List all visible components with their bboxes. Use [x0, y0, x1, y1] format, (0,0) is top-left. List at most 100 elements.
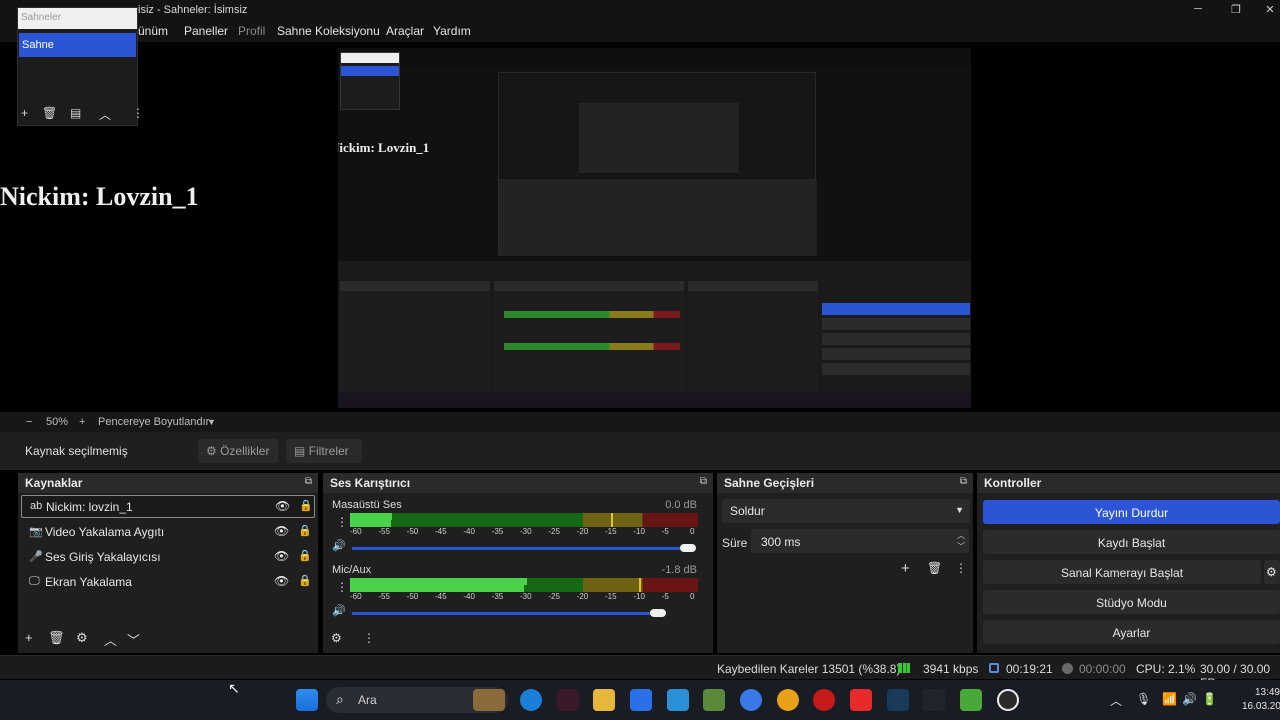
- source-name: Ses Giriş Yakalayıcısı: [45, 550, 161, 564]
- lock-icon[interactable]: 🔒: [298, 524, 312, 537]
- minimize-button[interactable]: ─: [1188, 3, 1208, 15]
- window-title: isiz - Sahneler: İsimsiz: [138, 4, 248, 16]
- file-explorer-icon[interactable]: [593, 689, 615, 711]
- scale-mode-select[interactable]: Pencereye Boyutlandır: [98, 416, 209, 428]
- scene-item[interactable]: Sahne: [19, 33, 136, 57]
- lock-icon[interactable]: 🔒: [299, 499, 313, 512]
- sources-dock-header: Kaynaklar ⧉: [18, 473, 318, 493]
- scene-filter-icon[interactable]: ▤: [70, 106, 81, 120]
- menu-scene-collection[interactable]: Sahne Koleksiyonu: [277, 24, 380, 38]
- filters-button[interactable]: ▤ Filtreler: [286, 439, 362, 463]
- minecraft-icon[interactable]: [703, 689, 725, 711]
- float-dock-icon[interactable]: ⧉: [960, 476, 967, 487]
- steam-icon[interactable]: [887, 689, 909, 711]
- source-row[interactable]: 🎤 Ses Giriş Yakalayıcısı 👁 🔒: [21, 546, 315, 569]
- remove-source-icon[interactable]: 🗑: [48, 630, 65, 646]
- move-source-down-icon[interactable]: ﹀: [127, 630, 140, 649]
- clock[interactable]: 13:49 16.03.2026: [1242, 686, 1280, 714]
- edge-icon[interactable]: [520, 689, 542, 711]
- stop-streaming-button[interactable]: Yayını Durdur: [983, 500, 1280, 524]
- volume-slider[interactable]: [352, 547, 690, 550]
- chrome-icon[interactable]: [777, 689, 799, 711]
- defender-icon[interactable]: [667, 689, 689, 711]
- menu-profile[interactable]: Profil: [238, 24, 265, 38]
- volume-slider[interactable]: [352, 612, 652, 615]
- source-row[interactable]: 🖵 Ekran Yakalama 👁 🔒: [21, 571, 315, 594]
- store-icon[interactable]: [630, 689, 652, 711]
- source-row[interactable]: ab Nickim: lovzin_1 👁 🔒: [21, 495, 315, 518]
- zoom-level: 50%: [46, 416, 69, 428]
- transition-more-icon[interactable]: ⋮: [955, 561, 967, 575]
- browser-icon[interactable]: [740, 689, 762, 711]
- remove-scene-icon[interactable]: 🗑: [42, 106, 57, 120]
- virtual-camera-settings-icon[interactable]: ⚙: [1264, 560, 1280, 584]
- remove-transition-icon[interactable]: 🗑: [927, 561, 942, 575]
- visibility-eye-icon[interactable]: 👁: [274, 549, 289, 563]
- visibility-eye-icon[interactable]: 👁: [275, 499, 290, 513]
- text-source-icon: ab: [30, 500, 43, 512]
- float-dock-icon[interactable]: ⧉: [305, 476, 312, 487]
- spin-up-icon[interactable]: ︿: [957, 530, 965, 541]
- channel-name: Masaüstü Ses: [332, 499, 402, 511]
- menu-help[interactable]: Yardım: [433, 24, 471, 38]
- lock-icon[interactable]: 🔒: [298, 549, 312, 562]
- add-scene-icon[interactable]: +: [21, 106, 28, 120]
- mouse-cursor-icon: ↖: [228, 680, 240, 696]
- meter-tick-label: -30: [520, 592, 532, 601]
- float-dock-icon[interactable]: ⧉: [700, 476, 707, 487]
- zoom-in-button[interactable]: +: [79, 416, 85, 428]
- youtube-icon[interactable]: [850, 689, 872, 711]
- app-icon[interactable]: [923, 689, 945, 711]
- visibility-eye-icon[interactable]: 👁: [274, 574, 289, 588]
- obs-icon[interactable]: [997, 689, 1019, 711]
- minecraft-launcher-icon[interactable]: [960, 689, 982, 711]
- move-source-up-icon[interactable]: ︿: [104, 630, 117, 649]
- visibility-eye-icon[interactable]: 👁: [274, 524, 289, 538]
- scene-more-icon[interactable]: ⋮: [132, 106, 144, 120]
- volume-icon[interactable]: 🔊: [1182, 692, 1197, 706]
- zoom-out-button[interactable]: −: [26, 416, 32, 428]
- add-source-icon[interactable]: +: [25, 630, 33, 645]
- studio-mode-button[interactable]: Stüdyo Modu: [983, 590, 1280, 614]
- volume-slider-handle[interactable]: [680, 544, 696, 552]
- speaker-icon[interactable]: 🔊: [332, 604, 346, 617]
- settings-button[interactable]: Ayarlar: [983, 620, 1280, 644]
- move-scene-up-icon[interactable]: ︿: [99, 106, 111, 123]
- speaker-icon[interactable]: 🔊: [332, 539, 346, 552]
- properties-button[interactable]: ⚙ Özellikler: [198, 439, 278, 463]
- scenes-dock-title[interactable]: Sahneler: [18, 8, 137, 29]
- transition-select[interactable]: Soldur ▼: [722, 499, 970, 523]
- microphone-icon[interactable]: 🎙: [1136, 692, 1151, 706]
- meter-tick-label: 0: [690, 527, 695, 536]
- chevron-down-icon[interactable]: ▼: [207, 417, 216, 427]
- tray-expand-icon[interactable]: ︿: [1110, 692, 1122, 709]
- spin-down-icon[interactable]: ﹀: [957, 541, 965, 552]
- start-virtual-camera-button[interactable]: Sanal Kamerayı Başlat: [983, 560, 1261, 584]
- nested-deeper-capture: [498, 72, 817, 256]
- channel-menu-icon[interactable]: ⋮: [336, 580, 348, 594]
- wifi-icon[interactable]: 📶: [1162, 692, 1177, 706]
- opera-icon[interactable]: [813, 689, 835, 711]
- menu-view[interactable]: ünüm: [138, 24, 168, 38]
- nested-preview-capture: Nickim: Lovzin_1: [338, 48, 971, 408]
- start-recording-button[interactable]: Kaydı Başlat: [983, 530, 1280, 554]
- meter-tick-label: -50: [406, 527, 419, 536]
- duration-field[interactable]: 300 ms ︿ ﹀: [751, 529, 969, 553]
- volume-slider-handle[interactable]: [650, 609, 666, 617]
- close-button[interactable]: ✕: [1260, 3, 1280, 16]
- lock-icon[interactable]: 🔒: [298, 574, 312, 587]
- battery-icon[interactable]: 🔋: [1202, 692, 1217, 706]
- meter-tick-label: -20: [576, 527, 589, 536]
- start-icon[interactable]: [296, 689, 318, 711]
- mixer-more-icon[interactable]: ⋮: [363, 631, 375, 645]
- maximize-button[interactable]: ❐: [1226, 3, 1246, 16]
- source-settings-icon[interactable]: ⚙: [76, 630, 88, 646]
- menu-docks[interactable]: Paneller: [184, 24, 228, 38]
- menu-tools[interactable]: Araçlar: [386, 24, 424, 38]
- preview-canvas[interactable]: Nickim: Lovzin_1 Nickim: Lovzin_1: [0, 42, 1280, 412]
- app-icon[interactable]: [557, 689, 579, 711]
- channel-menu-icon[interactable]: ⋮: [336, 515, 348, 529]
- source-row[interactable]: 📷 Video Yakalama Aygıtı 👁 🔒: [21, 521, 315, 544]
- mixer-settings-icon[interactable]: ⚙: [331, 631, 342, 645]
- add-transition-icon[interactable]: +: [901, 560, 910, 577]
